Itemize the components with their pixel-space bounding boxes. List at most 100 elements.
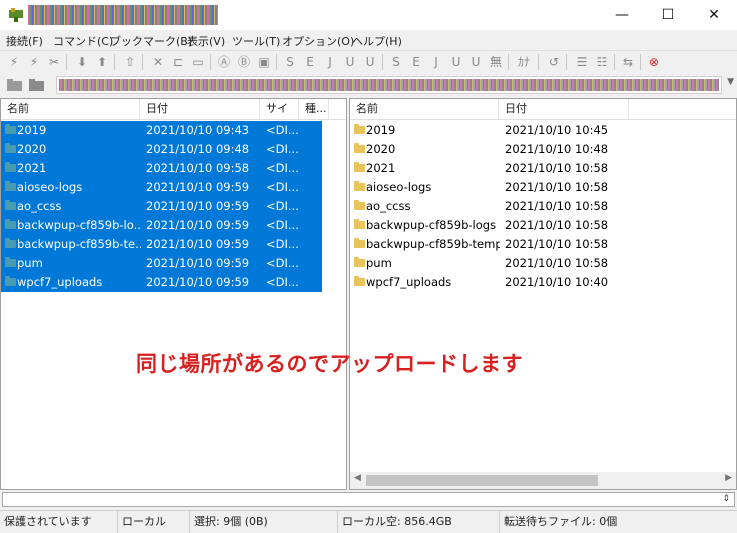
utf8-local-icon[interactable]: U bbox=[448, 53, 464, 71]
close-button[interactable]: ✕ bbox=[691, 0, 737, 30]
delete-icon[interactable]: ✕ bbox=[150, 53, 166, 71]
connect-icon[interactable]: ⚡ bbox=[6, 53, 22, 71]
scroll-left-icon[interactable]: ◀ bbox=[354, 473, 361, 483]
spin-arrows-icon[interactable]: ⇕ bbox=[722, 493, 730, 506]
column-date[interactable]: 日付 bbox=[499, 99, 629, 119]
sjis-local-icon[interactable]: S bbox=[388, 53, 404, 71]
minimize-button[interactable]: — bbox=[599, 0, 645, 30]
upload-icon[interactable]: ⬆ bbox=[94, 53, 110, 71]
detail-view-icon[interactable]: ☷ bbox=[594, 53, 610, 71]
row-size: <DI... bbox=[266, 142, 299, 156]
column-date[interactable]: 日付 bbox=[140, 99, 260, 119]
maximize-button[interactable]: ☐ bbox=[645, 0, 691, 30]
folder-icon bbox=[354, 162, 365, 172]
table-row[interactable]: backwpup-cf859b-temp 2021/10/10 10:58 bbox=[350, 235, 736, 254]
toolbar: ⚡ ⚡ ✂ ⬇ ⬆ ⇧ ✕ ⊏ ▭ Ⓐ Ⓑ ▣ S E J U U S E J … bbox=[0, 50, 737, 73]
log-window[interactable]: ⇕ bbox=[2, 492, 735, 507]
table-row[interactable]: pum 2021/10/10 10:58 bbox=[350, 254, 736, 273]
status-queue: 転送待ちファイル: 0個 bbox=[504, 515, 618, 528]
row-name: backwpup-cf859b-te... bbox=[17, 237, 141, 251]
horizontal-scrollbar[interactable]: ◀ ▶ bbox=[350, 472, 736, 489]
column-type[interactable]: 種... bbox=[299, 99, 329, 119]
disconnect-icon[interactable]: ✂ bbox=[46, 53, 62, 71]
table-row[interactable]: 2021 2021/10/10 09:58 <DI... bbox=[1, 159, 322, 178]
remote-file-pane[interactable]: 名前 日付 2019 2021/10/10 10:45 2020 2021/10… bbox=[349, 98, 737, 490]
menu-options[interactable]: オプション(O) bbox=[282, 33, 354, 49]
menu-view[interactable]: 表示(V) bbox=[187, 33, 225, 49]
row-date: 2021/10/10 09:59 bbox=[146, 275, 250, 289]
euc-local-icon[interactable]: E bbox=[408, 53, 424, 71]
table-row[interactable]: 2020 2021/10/10 09:48 <DI... bbox=[1, 140, 322, 159]
utf8-host-icon[interactable]: U bbox=[342, 53, 358, 71]
menu-connect[interactable]: 接続(F) bbox=[6, 33, 43, 49]
menu-tools[interactable]: ツール(T) bbox=[232, 33, 280, 49]
folder-icon bbox=[5, 257, 16, 267]
folder-icon bbox=[5, 181, 16, 191]
toolbar-separator bbox=[210, 54, 211, 70]
row-size: <DI... bbox=[266, 237, 299, 251]
sync-dir-icon[interactable]: ⇆ bbox=[620, 53, 636, 71]
table-row[interactable]: ao_ccss 2021/10/10 09:59 <DI... bbox=[1, 197, 322, 216]
no-convert-icon[interactable]: 無 bbox=[488, 53, 504, 71]
folder-icon bbox=[5, 238, 16, 248]
binary-mode-icon[interactable]: Ⓑ bbox=[236, 53, 252, 71]
euc-host-icon[interactable]: E bbox=[302, 53, 318, 71]
toolbar-separator bbox=[66, 54, 67, 70]
table-row[interactable]: backwpup-cf859b-logs 2021/10/10 10:58 bbox=[350, 216, 736, 235]
download-icon[interactable]: ⬇ bbox=[74, 53, 90, 71]
auto-mode-icon[interactable]: ▣ bbox=[256, 53, 272, 71]
column-name[interactable]: 名前 bbox=[1, 99, 140, 119]
row-size: <DI... bbox=[266, 256, 299, 270]
row-date: 2021/10/10 10:58 bbox=[505, 218, 609, 232]
table-row[interactable]: wpcf7_uploads 2021/10/10 10:40 bbox=[350, 273, 736, 292]
jis-local-icon[interactable]: J bbox=[428, 53, 444, 71]
scrollbar-thumb[interactable] bbox=[366, 475, 598, 486]
table-row[interactable]: 2021 2021/10/10 10:58 bbox=[350, 159, 736, 178]
path-input[interactable] bbox=[56, 76, 722, 94]
row-date: 2021/10/10 09:48 bbox=[146, 142, 250, 156]
sjis-host-icon[interactable]: S bbox=[282, 53, 298, 71]
table-row[interactable]: 2019 2021/10/10 10:45 bbox=[350, 121, 736, 140]
scroll-right-icon[interactable]: ▶ bbox=[725, 473, 732, 483]
table-row[interactable]: backwpup-cf859b-te... 2021/10/10 09:59 <… bbox=[1, 235, 322, 254]
column-name[interactable]: 名前 bbox=[350, 99, 499, 119]
ascii-mode-icon[interactable]: Ⓐ bbox=[216, 53, 232, 71]
list-view-icon[interactable]: ☰ bbox=[574, 53, 590, 71]
header-divider bbox=[350, 119, 736, 120]
utf8bom-local-icon[interactable]: U bbox=[468, 53, 484, 71]
local-folder-icon[interactable] bbox=[6, 77, 24, 93]
mirror-upload-icon[interactable]: ⇧ bbox=[122, 53, 138, 71]
stop-icon[interactable]: ⊗ bbox=[646, 53, 662, 71]
table-row[interactable]: pum 2021/10/10 09:59 <DI... bbox=[1, 254, 322, 273]
folder-icon bbox=[5, 219, 16, 229]
table-row[interactable]: aioseo-logs 2021/10/10 09:59 <DI... bbox=[1, 178, 322, 197]
toolbar-separator bbox=[538, 54, 539, 70]
table-row[interactable]: wpcf7_uploads 2021/10/10 09:59 <DI... bbox=[1, 273, 322, 292]
table-row[interactable]: ao_ccss 2021/10/10 10:58 bbox=[350, 197, 736, 216]
chevron-down-icon[interactable]: ▼ bbox=[727, 77, 734, 87]
kana-convert-icon[interactable]: ｶﾅ bbox=[516, 53, 532, 71]
menu-bookmark[interactable]: ブックマーク(B) bbox=[110, 33, 192, 49]
column-size[interactable]: サイズ bbox=[260, 99, 299, 135]
row-name: pum bbox=[366, 256, 392, 270]
table-row[interactable]: aioseo-logs 2021/10/10 10:58 bbox=[350, 178, 736, 197]
refresh-icon[interactable]: ↺ bbox=[546, 53, 562, 71]
open-folder-icon[interactable] bbox=[28, 77, 46, 93]
utf8bom-host-icon[interactable]: U bbox=[362, 53, 378, 71]
row-name: 2021 bbox=[17, 161, 47, 175]
jis-host-icon[interactable]: J bbox=[322, 53, 338, 71]
rename-icon[interactable]: ⊏ bbox=[170, 53, 186, 71]
menu-command[interactable]: コマンド(C) bbox=[53, 33, 113, 49]
row-name: backwpup-cf859b-logs bbox=[366, 218, 497, 232]
table-row[interactable]: 2019 2021/10/10 09:43 <DI... bbox=[1, 121, 322, 140]
mkdir-icon[interactable]: ▭ bbox=[190, 53, 206, 71]
table-row[interactable]: 2020 2021/10/10 10:48 bbox=[350, 140, 736, 159]
row-date: 2021/10/10 09:59 bbox=[146, 237, 250, 251]
local-file-pane[interactable]: 名前 日付 サイズ 種... 2019 2021/10/10 09:43 <DI… bbox=[0, 98, 347, 490]
table-row[interactable]: backwpup-cf859b-lo... 2021/10/10 09:59 <… bbox=[1, 216, 322, 235]
annotation-text: 同じ場所があるのでアップロードします bbox=[136, 352, 523, 376]
quick-connect-icon[interactable]: ⚡ bbox=[26, 53, 42, 71]
status-protection: 保護されています bbox=[0, 511, 118, 533]
row-name: wpcf7_uploads bbox=[17, 275, 103, 289]
menu-help[interactable]: ヘルプ(H) bbox=[352, 33, 402, 49]
